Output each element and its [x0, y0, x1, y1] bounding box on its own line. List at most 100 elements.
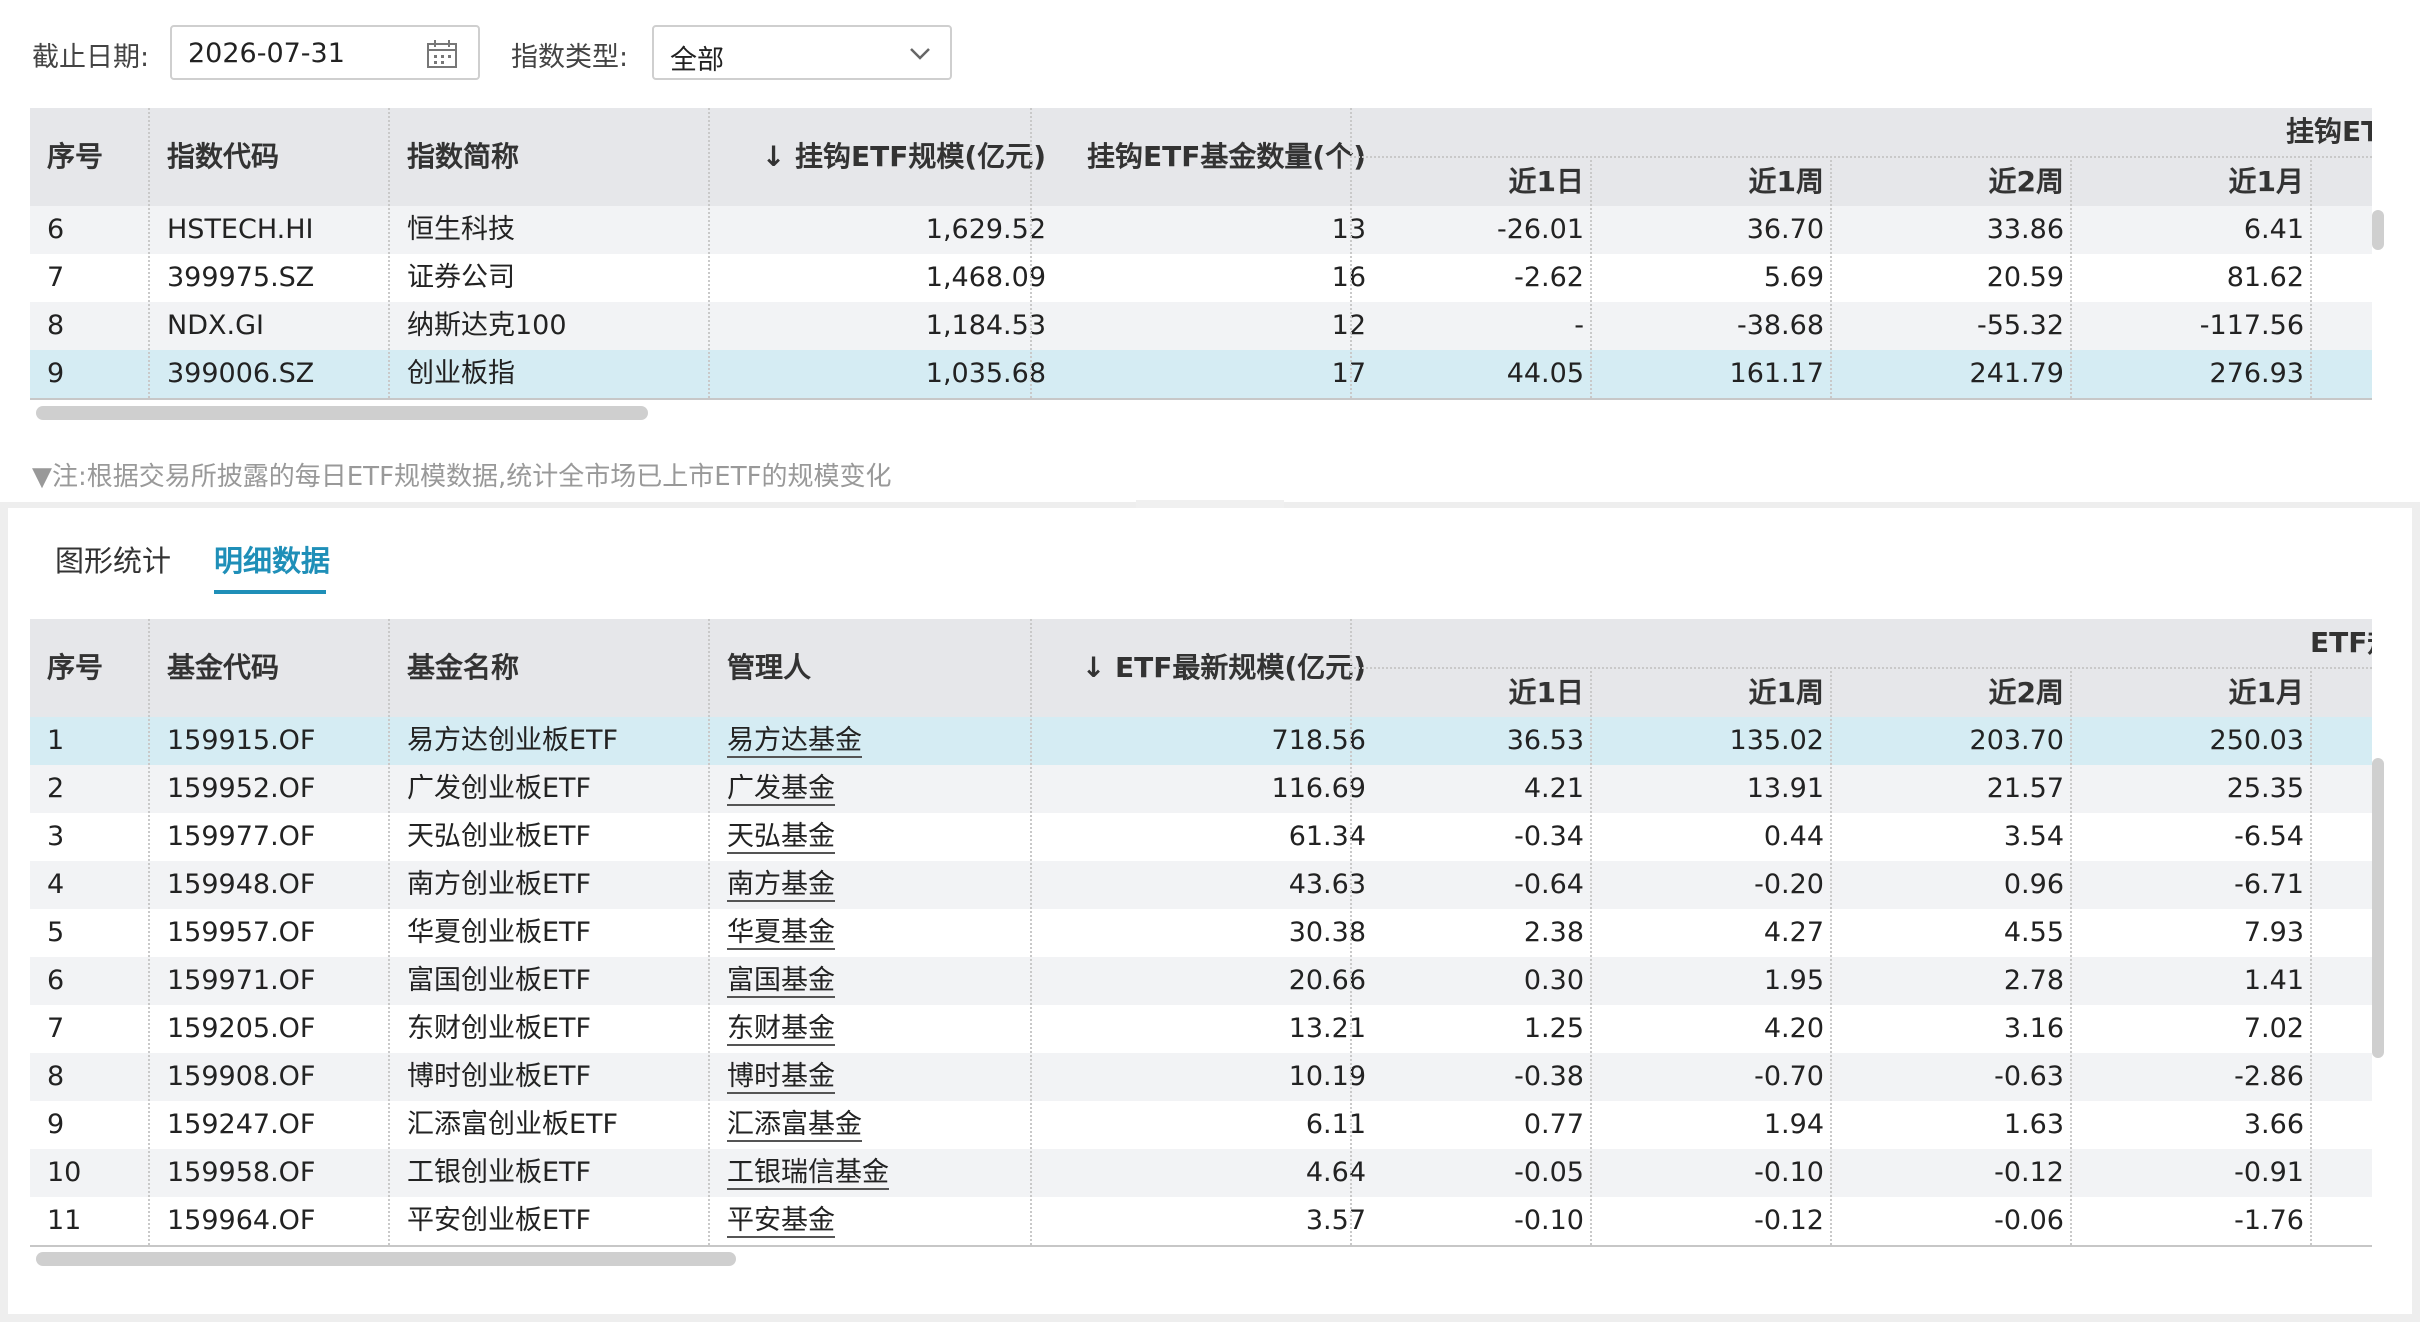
table-row[interactable]: 7 159205.OF 东财创业板ETF 东财基金 13.21 1.25 4.20 3.16 7… — [30, 1005, 2372, 1053]
cell-seq: 4 — [47, 869, 65, 900]
table-row[interactable]: 3 159977.OF 天弘创业板ETF 天弘基金 61.34 -0.34 0.44 3.54… — [30, 813, 2372, 861]
table-row[interactable]: 8 159908.OF 博时创业板ETF 博时基金 10.19 -0.38 -0.70 -0.… — [30, 1053, 2372, 1101]
horizontal-scrollbar[interactable] — [36, 1252, 736, 1266]
column-divider — [148, 108, 150, 398]
cell-2w: 3.16 — [2003, 1013, 2064, 1044]
cell-2w: 203.70 — [1969, 725, 2064, 756]
cell-code: 159957.OF — [167, 917, 316, 948]
cell-1d: -0.10 — [1514, 1205, 1584, 1236]
cell-2w: 0.96 — [2003, 869, 2064, 900]
active-tab-indicator — [214, 590, 326, 594]
date-picker[interactable]: 2026-07-31 — [170, 25, 480, 80]
cell-1m: 7.02 — [2243, 1013, 2304, 1044]
cell-name: 工银创业板ETF — [407, 1157, 592, 1188]
calendar-icon[interactable] — [426, 39, 458, 73]
col-index-name[interactable]: 指数简称 — [407, 141, 519, 173]
cell-name: 创业板指 — [407, 358, 515, 389]
table-row-selected[interactable]: 1 159915.OF 易方达创业板ETF 易方达基金 718.56 36.53 135.0… — [30, 717, 2372, 765]
table-row[interactable]: 9 159247.OF 汇添富创业板ETF 汇添富基金 6.11 0.77 1.94 1.63… — [30, 1101, 2372, 1149]
cell-seq: 11 — [47, 1205, 82, 1236]
cell-manager-link[interactable]: 富国基金 — [727, 965, 835, 997]
column-divider — [388, 108, 390, 398]
cell-manager-link[interactable]: 平安基金 — [727, 1205, 835, 1237]
cell-name: 富国创业板ETF — [407, 965, 592, 996]
tab-chart-statistics[interactable]: 图形统计 — [55, 538, 171, 580]
table-row[interactable]: 8 NDX.GI 纳斯达克100 1,184.53 12 - -38.68 -5… — [30, 302, 2372, 350]
cell-code: 159964.OF — [167, 1205, 316, 1236]
column-divider — [1350, 108, 1352, 398]
chevron-down-icon[interactable] — [908, 43, 932, 67]
table-row[interactable]: 11 159964.OF 平安创业板ETF 平安基金 3.57 -0.10 -0.12 -0.… — [30, 1197, 2372, 1245]
fund-table-header: 序号 基金代码 基金名称 管理人 ↓ ETF最新规模(亿元) ETF规 近1日 … — [30, 619, 2372, 717]
table-row[interactable]: 6 HSTECH.HI 恒生科技 1,629.52 13 -26.01 36.7… — [30, 206, 2372, 254]
cell-2w: 21.57 — [1986, 773, 2064, 804]
cell-manager-link[interactable]: 工银瑞信基金 — [727, 1157, 889, 1189]
column-divider — [2310, 156, 2312, 398]
col-index-code[interactable]: 指数代码 — [167, 141, 279, 173]
cell-manager-link[interactable]: 华夏基金 — [727, 917, 835, 949]
cell-count: 16 — [1331, 262, 1366, 293]
col-etf-count[interactable]: 挂钩ETF基金数量(个) — [1087, 141, 1366, 173]
cell-1m: 1.41 — [2243, 965, 2304, 996]
table-row-selected[interactable]: 9 399006.SZ 创业板指 1,035.68 17 44.05 161.1… — [30, 350, 2372, 398]
col-1m[interactable]: 近1月 — [2229, 677, 2304, 709]
table-row[interactable]: 2 159952.OF 广发创业板ETF 广发基金 116.69 4.21 13.91 21.… — [30, 765, 2372, 813]
cell-name: 华夏创业板ETF — [407, 917, 592, 948]
column-divider — [1830, 156, 1832, 398]
cell-code: 159247.OF — [167, 1109, 316, 1140]
cell-1m: 276.93 — [2209, 358, 2304, 389]
cell-1d: 2.38 — [1523, 917, 1584, 948]
col-manager[interactable]: 管理人 — [727, 652, 811, 684]
cell-manager-link[interactable]: 广发基金 — [727, 773, 835, 805]
cell-name: 南方创业板ETF — [407, 869, 592, 900]
col-latest-scale-sorted[interactable]: ↓ ETF最新规模(亿元) — [1082, 652, 1366, 684]
index-table: 序号 指数代码 指数简称 ↓ 挂钩ETF规模(亿元) 挂钩ETF基金数量(个) … — [30, 108, 2372, 406]
column-divider — [1030, 108, 1032, 398]
type-select[interactable]: 全部 — [652, 25, 952, 80]
col-1m[interactable]: 近1月 — [2229, 166, 2304, 198]
cell-manager-link[interactable]: 东财基金 — [727, 1013, 835, 1045]
col-2w[interactable]: 近2周 — [1989, 166, 2064, 198]
cell-1w: 4.20 — [1763, 1013, 1824, 1044]
cell-manager-link[interactable]: 天弘基金 — [727, 821, 835, 853]
col-1w[interactable]: 近1周 — [1749, 677, 1824, 709]
cell-1d: -2.62 — [1514, 262, 1584, 293]
table-row[interactable]: 7 399975.SZ 证券公司 1,468.09 16 -2.62 5.69 … — [30, 254, 2372, 302]
cell-seq: 6 — [47, 214, 65, 245]
cell-manager-link[interactable]: 易方达基金 — [727, 725, 862, 757]
col-fund-code[interactable]: 基金代码 — [167, 652, 279, 684]
cell-name: 东财创业板ETF — [407, 1013, 592, 1044]
cell-scale: 43.63 — [1288, 869, 1366, 900]
col-1d[interactable]: 近1日 — [1509, 677, 1584, 709]
type-filter-label: 指数类型: — [511, 42, 629, 73]
vertical-scrollbar[interactable] — [2372, 210, 2384, 250]
cell-count: 17 — [1331, 358, 1366, 389]
cell-1m: 7.93 — [2243, 917, 2304, 948]
col-seq[interactable]: 序号 — [47, 141, 103, 173]
cell-manager-link[interactable]: 汇添富基金 — [727, 1109, 862, 1141]
cell-1m: 6.41 — [2243, 214, 2304, 245]
cell-manager-link[interactable]: 博时基金 — [727, 1061, 835, 1093]
tab-detail-data[interactable]: 明细数据 — [214, 538, 330, 580]
vertical-scrollbar[interactable] — [2372, 758, 2384, 1058]
table-row[interactable]: 6 159971.OF 富国创业板ETF 富国基金 20.66 0.30 1.95 2.78 1… — [30, 957, 2372, 1005]
cell-name: 博时创业板ETF — [407, 1061, 592, 1092]
col-seq[interactable]: 序号 — [47, 652, 103, 684]
cell-1m: 3.66 — [2243, 1109, 2304, 1140]
cell-seq: 7 — [47, 1013, 65, 1044]
col-1d[interactable]: 近1日 — [1509, 166, 1584, 198]
horizontal-scrollbar[interactable] — [36, 406, 648, 420]
table-row[interactable]: 10 159958.OF 工银创业板ETF 工银瑞信基金 4.64 -0.05 -0.10 -… — [30, 1149, 2372, 1197]
cell-seq: 7 — [47, 262, 65, 293]
cell-1w: -0.70 — [1754, 1061, 1824, 1092]
col-fund-name[interactable]: 基金名称 — [407, 652, 519, 684]
col-2w[interactable]: 近2周 — [1989, 677, 2064, 709]
table-row[interactable]: 5 159957.OF 华夏创业板ETF 华夏基金 30.38 2.38 4.27 4.55 7… — [30, 909, 2372, 957]
col-etf-scale-sorted[interactable]: ↓ 挂钩ETF规模(亿元) — [762, 141, 1046, 173]
cell-manager-link[interactable]: 南方基金 — [727, 869, 835, 901]
cell-1d: -0.34 — [1514, 821, 1584, 852]
col-1w[interactable]: 近1周 — [1749, 166, 1824, 198]
cell-1w: 5.69 — [1763, 262, 1824, 293]
cell-scale: 1,629.52 — [925, 214, 1046, 245]
table-row[interactable]: 4 159948.OF 南方创业板ETF 南方基金 43.63 -0.64 -0.20 0.9… — [30, 861, 2372, 909]
